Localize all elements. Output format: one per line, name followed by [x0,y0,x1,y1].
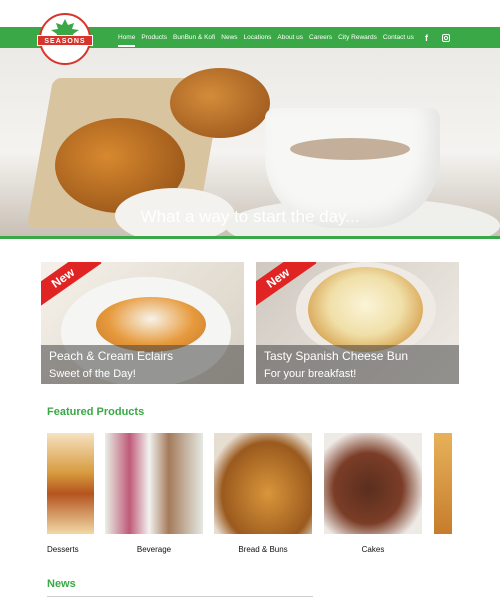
news-heading: News [47,578,76,590]
seasons-logo[interactable]: SEASONS [37,13,93,65]
nav-news[interactable]: News [221,34,237,41]
nav-careers[interactable]: Careers [309,34,332,41]
product-label-cakes[interactable]: Cakes [324,545,422,554]
promo-subtitle: Sweet of the Day! [49,368,136,380]
primary-menu: Home Products BunBun & Kofi News Locatio… [118,27,420,48]
nav-locations[interactable]: Locations [244,34,272,41]
nav-bunbun-kofi[interactable]: BunBun & Kofi [173,34,215,41]
product-tile-beverage[interactable] [105,433,203,534]
product-tile-desserts[interactable] [47,433,94,534]
product-tile-bread-buns[interactable] [214,433,312,534]
product-label-desserts[interactable]: Desserts [47,545,83,554]
product-label-beverage[interactable]: Beverage [105,545,203,554]
facebook-icon: f [425,32,428,43]
hero-bottom-border [0,236,500,239]
nav-contact-us[interactable]: Contact us [383,34,414,41]
nav-products[interactable]: Products [141,34,167,41]
promo-card-cheese-bun[interactable]: New Tasty Spanish Cheese Bun For your br… [256,262,459,384]
featured-products-heading: Featured Products [47,406,145,418]
news-divider [47,596,313,597]
promo-title: Peach & Cream Eclairs [49,349,174,363]
promo-title: Tasty Spanish Cheese Bun [264,349,409,363]
promo-card-eclairs[interactable]: New Peach & Cream Eclairs Sweet of the D… [41,262,244,384]
eclair-image [96,297,206,352]
hero-caption: What a way to start the day... [140,207,360,226]
nav-city-rewards[interactable]: City Rewards [338,34,377,41]
product-tile-cakes[interactable] [324,433,422,534]
nav-home[interactable]: Home [118,34,136,47]
nav-about-us[interactable]: About us [277,34,303,41]
instagram-icon [442,33,450,42]
cheese-bun-image [308,267,423,352]
logo-wordmark: SEASONS [37,35,93,46]
facebook-link[interactable]: f [425,27,428,48]
promo-subtitle: For your breakfast! [264,368,357,380]
instagram-link[interactable] [442,27,450,48]
product-label-bread-buns[interactable]: Bread & Buns [214,545,312,554]
coffee-surface [290,138,410,160]
product-tile-next[interactable] [434,433,452,534]
croissant-image [170,68,270,138]
